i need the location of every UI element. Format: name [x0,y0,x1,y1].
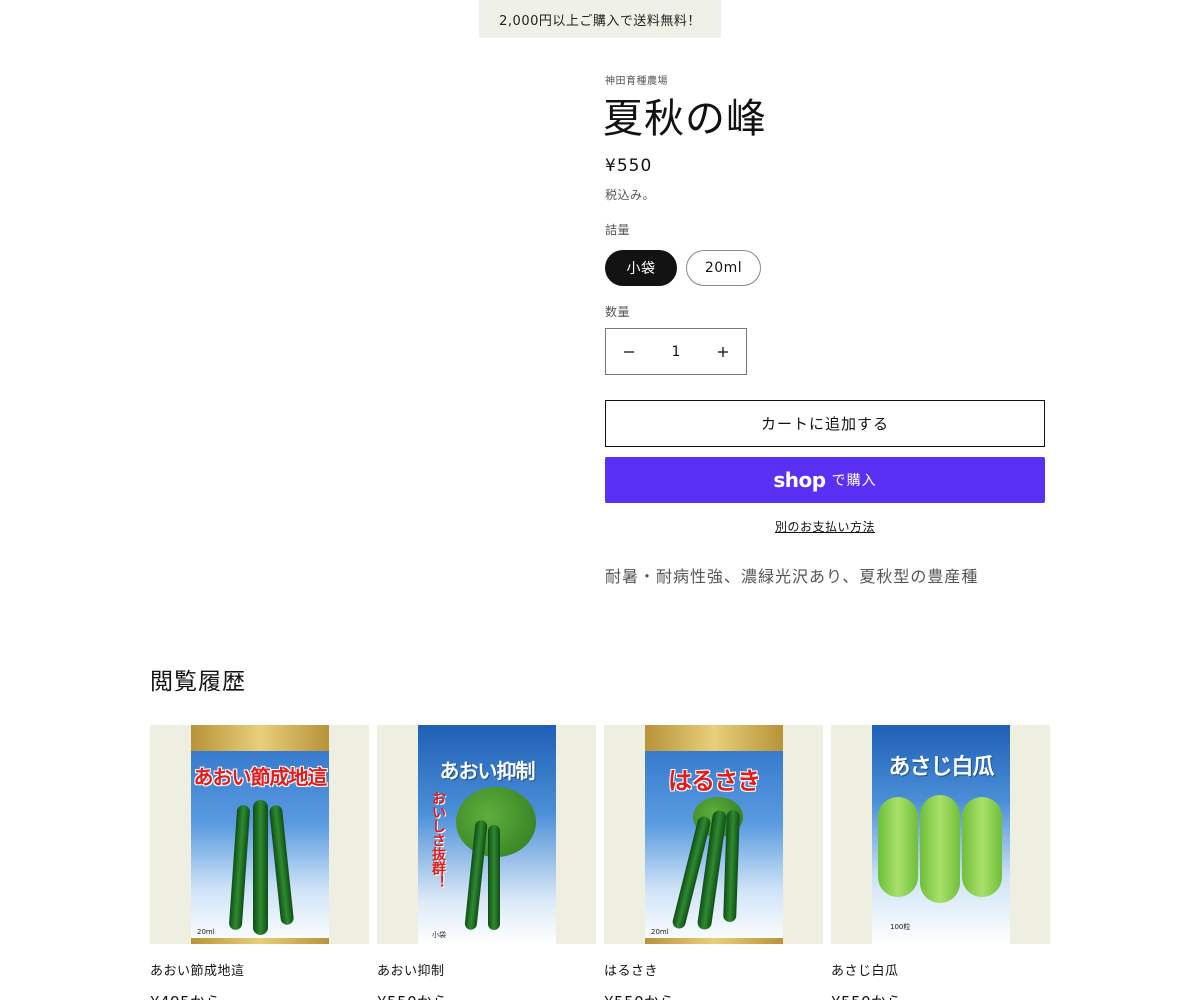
product-card-name[interactable]: あおい抑制 [377,960,596,979]
more-payment-options-link[interactable]: 別のお支払い方法 [605,518,1045,535]
shop-pay-button[interactable]: shop で購入 [605,457,1045,503]
seed-packet-size: 100粒 [890,923,911,931]
seed-packet-size: 小袋 [432,931,446,939]
seed-packet-size: 20ml [197,928,215,936]
quantity-label: 数量 [605,305,631,319]
plus-icon [718,346,728,357]
product-title: 夏秋の峰 [603,96,767,142]
product-card-image[interactable]: あおい節成地這 20ml [150,725,369,944]
variant-option-20ml[interactable]: 20ml [686,250,761,286]
quantity-decrease-button[interactable] [606,329,652,374]
product-card-name[interactable]: あおい節成地這 [150,960,369,979]
product-card-price: ¥550から [604,991,823,1000]
product-card-image[interactable]: はるさき 20ml [604,725,823,944]
quantity-increase-button[interactable] [700,329,746,374]
product-vendor: 神田育種農場 [605,76,668,87]
product-card-price: ¥550から [831,991,1050,1000]
product-card-name[interactable]: あさじ白瓜 [831,960,1050,979]
seed-packet-image: あおい抑制 おいしさ抜群！ 小袋 [418,725,556,944]
seed-packet-title: あおい節成地這 [193,765,328,789]
product-card-aoi-yokusei[interactable]: あおい抑制 おいしさ抜群！ 小袋 あおい抑制 ¥550から [377,725,596,1000]
product-card-asaji-shirouri[interactable]: あさじ白瓜 100粒 あさじ白瓜 ¥550から [831,725,1050,1000]
seed-packet-title: あさじ白瓜 [888,755,994,780]
product-card-harusaki[interactable]: はるさき 20ml はるさき ¥550から [604,725,823,1000]
variant-option-kobukuro[interactable]: 小袋 [605,250,677,286]
seed-packet-slogan: おいしさ抜群！ [430,791,446,889]
product-card-price: ¥495から [150,991,369,1000]
shop-pay-logo: shop [773,468,826,492]
seed-packet-size: 20ml [651,928,669,936]
product-card-name[interactable]: はるさき [604,960,823,979]
minus-icon [624,350,634,353]
product-description: 耐暑・耐病性強、濃緑光沢あり、夏秋型の豊産種 [605,567,979,586]
seed-packet-title: あおい抑制 [439,759,536,783]
shop-pay-label: で購入 [831,473,877,489]
seed-packet-image: あさじ白瓜 100粒 [872,725,1010,944]
product-card-image[interactable]: あおい抑制 おいしさ抜群！ 小袋 [377,725,596,944]
seed-packet-image: あおい節成地這 20ml [191,725,329,944]
announcement-bar: 2,000円以上ご購入で送料無料！ [479,0,721,38]
tax-note: 税込み。 [605,188,656,202]
seed-packet-title: はるさき [668,767,761,795]
recently-viewed-heading: 閲覧履歴 [150,669,246,695]
variant-label: 詰量 [605,223,631,237]
quantity-stepper [605,328,747,375]
product-card-aoi-fushinari[interactable]: あおい節成地這 20ml あおい節成地這 ¥495から [150,725,369,1000]
seed-packet-image: はるさき 20ml [645,725,783,944]
announcement-text: 2,000円以上ご購入で送料無料！ [499,13,701,29]
product-card-image[interactable]: あさじ白瓜 100粒 [831,725,1050,944]
product-card-price: ¥550から [377,991,596,1000]
quantity-input[interactable] [652,343,700,360]
add-to-cart-button[interactable]: カートに追加する [605,400,1045,447]
product-price: ¥550 [605,156,653,176]
